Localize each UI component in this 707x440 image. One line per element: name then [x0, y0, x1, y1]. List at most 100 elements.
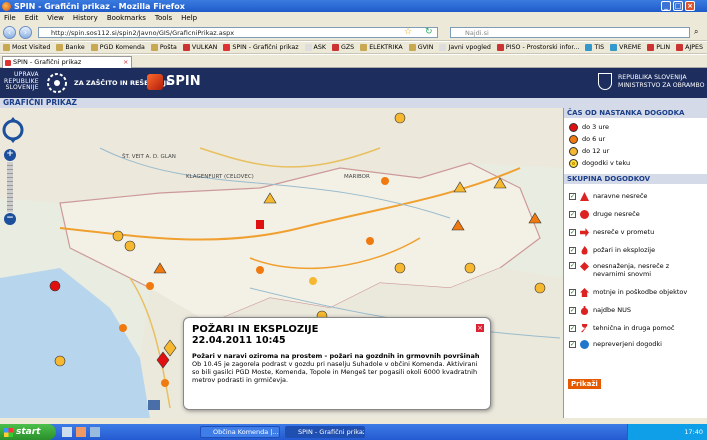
forward-button[interactable]: › [19, 26, 32, 39]
group-onesnazenja[interactable]: ✓ onesnaženja, nesreče z nevarnimi snovmi [564, 259, 707, 283]
taskbar-task-spin[interactable]: SPIN - Grafični prikaz ... [285, 426, 365, 438]
clock: 17:40 [684, 428, 703, 436]
page-icon [304, 44, 312, 51]
group-nus[interactable]: ✓ najdbe NUS [564, 301, 707, 319]
legend-panel: ČAS OD NASTANKA DOGODKA do 3 ure do 6 ur… [563, 108, 707, 418]
quicklaunch-icon[interactable] [62, 427, 72, 437]
group-pozari[interactable]: ✓ požari in eksplozije [564, 241, 707, 259]
tab-bar: SPIN - Grafični prikaz × [0, 55, 707, 68]
quicklaunch-icon[interactable] [90, 427, 100, 437]
folder-icon [56, 44, 64, 51]
folder-icon [408, 44, 416, 51]
maximize-button[interactable]: □ [673, 1, 683, 11]
menu-history[interactable]: History [73, 14, 98, 22]
bookmark-javni-vpogled[interactable]: Javni vpogled [439, 44, 491, 51]
bookmark-ask[interactable]: ASK [304, 44, 326, 51]
bookmark-piso[interactable]: PISO - Prostorski infor... [496, 44, 579, 51]
back-button[interactable]: ‹ [3, 26, 16, 39]
group-druge[interactable]: ✓ druge nesreče [564, 205, 707, 223]
page-icon [182, 44, 190, 51]
search-icon[interactable]: ⌕ [694, 27, 698, 37]
bookmark-spin[interactable]: SPIN - Grafični prikaz [223, 44, 299, 51]
checkbox[interactable]: ✓ [569, 324, 576, 332]
site-header: UPRAVA REPUBLIKE SLOVENIJE ZA ZAŠČITO IN R… [0, 68, 707, 98]
bookmark-tis[interactable]: TIS [585, 44, 604, 51]
ministry-name: REPUBLIKA SLOVENIJA MINISTRSTVO ZA OBRAMB… [618, 74, 705, 89]
menu-file[interactable]: File [4, 14, 16, 22]
window-title: SPIN - Grafični prikaz - Mozilla Firefox [14, 1, 185, 11]
page-icon [676, 44, 684, 51]
close-window-button[interactable]: × [685, 1, 695, 11]
map-label-st-veit: ŠT. VEIT A. D. GLAN [122, 154, 176, 160]
yellow-circle-icon [569, 158, 578, 168]
popup-datetime: 22.04.2011 10:45 [192, 335, 286, 346]
group-legend-title: SKUPINA DOGODKOV [564, 174, 707, 184]
map-label-klagenfurt: KLAGENFURT (CELOVEC) [186, 174, 254, 180]
popup-close-button[interactable]: × [476, 324, 484, 332]
menu-tools[interactable]: Tools [155, 14, 172, 22]
show-button[interactable]: Prikaži [568, 379, 601, 389]
group-tehnicna[interactable]: ✓ tehnična in druga pomoč [564, 319, 707, 337]
bookmark-elektrika[interactable]: ELEKTRIKA [360, 44, 403, 51]
taskbar-task-komenda[interactable]: Občina Komenda |... [200, 426, 280, 438]
checkbox[interactable]: ✓ [569, 288, 576, 296]
folder-icon [150, 44, 158, 51]
fire-icon [581, 245, 588, 255]
menu-edit[interactable]: Edit [25, 14, 39, 22]
page-icon [585, 44, 593, 51]
search-placeholder: Najdi.si [465, 29, 489, 37]
url-bar[interactable]: http://spin.sos112.si/spin2/Javno/GIS/Gr… [38, 27, 438, 38]
zoom-out-button[interactable]: − [4, 213, 16, 225]
checkbox[interactable]: ✓ [569, 246, 576, 254]
time-item-6h[interactable]: do 6 ur [564, 133, 707, 145]
quicklaunch-icon[interactable] [76, 427, 86, 437]
bookmark-pgd-komenda[interactable]: PGD Komenda [90, 44, 145, 51]
bookmark-posta[interactable]: Pošta [150, 44, 177, 51]
bookmarks-toolbar: Most Visited Banke PGD Komenda Pošta VUL… [0, 42, 707, 54]
bookmark-vulkan[interactable]: VULKAN [182, 44, 217, 51]
time-item-3h[interactable]: do 3 ure [564, 121, 707, 133]
pan-control-icon[interactable] [2, 116, 24, 144]
close-tab-icon[interactable]: × [123, 57, 128, 68]
bookmark-most-visited[interactable]: Most Visited [3, 44, 50, 51]
checkbox[interactable]: ✓ [569, 262, 576, 269]
group-naravne[interactable]: ✓ naravne nesreče [564, 187, 707, 205]
menu-bookmarks[interactable]: Bookmarks [107, 14, 146, 22]
bookmark-star-icon[interactable]: ☆ [404, 27, 412, 37]
zoom-slider[interactable] [7, 162, 13, 212]
slovenia-crest-icon [598, 73, 612, 90]
bookmark-plin[interactable]: PLIN [647, 44, 670, 51]
bookmark-ajpes[interactable]: AJPES [676, 44, 703, 51]
bookmark-gvin[interactable]: GVIN [408, 44, 433, 51]
uprava-logo-text: UPRAVA REPUBLIKE SLOVENIJE [4, 71, 39, 91]
menu-bar: File Edit View History Bookmarks Tools H… [0, 12, 707, 24]
checkbox[interactable]: ✓ [569, 340, 576, 348]
zoom-in-button[interactable]: + [4, 149, 16, 161]
menu-view[interactable]: View [47, 14, 64, 22]
group-promet[interactable]: ✓ nesreče v prometu [564, 223, 707, 241]
group-motnje[interactable]: ✓ motnje in poškodbe objektov [564, 283, 707, 301]
minimize-button[interactable]: _ [661, 1, 671, 11]
bookmark-banke[interactable]: Banke [56, 44, 85, 51]
menu-help[interactable]: Help [181, 14, 197, 22]
search-input[interactable]: Najdi.si [450, 27, 690, 38]
checkbox[interactable]: ✓ [569, 210, 576, 218]
time-item-ongoing[interactable]: dogodki v teku [564, 157, 707, 169]
page-icon [496, 44, 504, 51]
time-item-12h[interactable]: do 12 ur [564, 145, 707, 157]
tab-spin[interactable]: SPIN - Grafični prikaz × [2, 56, 132, 68]
reload-icon[interactable]: ↻ [425, 27, 433, 37]
arrow-icon [580, 227, 589, 237]
triangle-icon [580, 191, 589, 201]
bookmark-gzs[interactable]: GZS [331, 44, 354, 51]
url-text: http://spin.sos112.si/spin2/Javno/GIS/Gr… [51, 29, 235, 37]
group-nepreverjeni[interactable]: ✓ nepreverjeni dogodki [564, 337, 707, 351]
checkbox[interactable]: ✓ [569, 306, 576, 314]
spin-favicon-icon [5, 60, 11, 66]
start-button[interactable]: start [0, 424, 56, 440]
navigation-toolbar: ‹ › http://spin.sos112.si/spin2/Javno/GI… [0, 24, 707, 41]
bookmark-vreme[interactable]: VREME [610, 44, 641, 51]
checkbox[interactable]: ✓ [569, 228, 576, 236]
time-legend-title: ČAS OD NASTANKA DOGODKA [564, 108, 707, 118]
checkbox[interactable]: ✓ [569, 192, 576, 200]
